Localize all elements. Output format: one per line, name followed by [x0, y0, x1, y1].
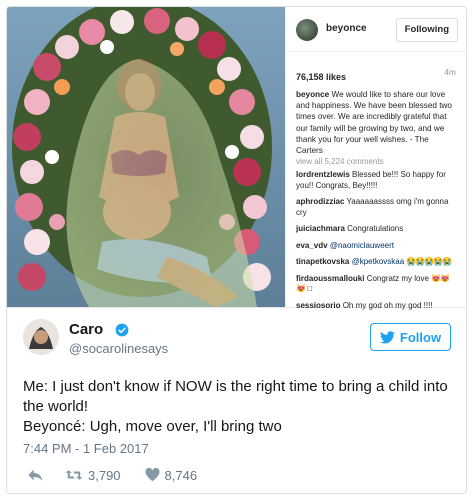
avatar[interactable]	[23, 319, 59, 355]
comment: firdaoussmallouki Congratz my love 😻😻😻 □	[296, 274, 458, 295]
instagram-embed[interactable]: beyonce Following 76,158 likes 4m beyonc…	[7, 7, 466, 310]
comment-mention[interactable]: @naomiclauweert	[330, 241, 394, 250]
instagram-side-panel: beyonce Following 76,158 likes 4m beyonc…	[285, 7, 466, 310]
comment-user[interactable]: juiciachmara	[296, 224, 345, 233]
comment-user[interactable]: aphrodizziac	[296, 197, 344, 206]
view-all-comments-link[interactable]: view all 5,224 comments	[296, 157, 384, 166]
caption-text: We would like to share our love and happ…	[296, 90, 452, 156]
comment: sessiosorio Oh my god oh my god !!!!	[296, 301, 458, 312]
instagram-caption: beyonce We would like to share our love …	[296, 89, 456, 156]
tweet-text-line: Beyoncé: Ugh, move over, I'll bring two	[23, 418, 282, 435]
retweet-count: 3,790	[88, 467, 121, 483]
instagram-following-button[interactable]: Following	[395, 18, 458, 42]
comment-text: Congratulations	[347, 224, 404, 233]
comment: tinapetkovska @kpetkovskaa 😭😭😭😭😭	[296, 257, 458, 268]
instagram-comments: lordrentzlewis Blessed be!!! So happy fo…	[296, 170, 458, 317]
comment-user[interactable]: tinapetkovska	[296, 257, 349, 266]
comment: lordrentzlewis Blessed be!!! So happy fo…	[296, 170, 458, 191]
comment: eva_vdv @naomiclauweert	[296, 241, 458, 252]
retweet-button[interactable]: 3,790	[65, 468, 121, 483]
comment-mention[interactable]: @kpetkovskaa	[352, 257, 405, 266]
tweet-actions: 3,790 8,746	[27, 466, 197, 484]
comment-user[interactable]: eva_vdv	[296, 241, 328, 250]
tweet-author-name[interactable]: Caro	[69, 321, 103, 338]
tweet-timestamp[interactable]: 7:44 PM - 1 Feb 2017	[23, 441, 149, 456]
tweet-card: beyonce Following 76,158 likes 4m beyonc…	[6, 6, 467, 494]
verified-badge-icon	[115, 323, 129, 337]
instagram-likes-row: 76,158 likes 4m	[296, 67, 456, 82]
instagram-photo[interactable]	[7, 7, 285, 307]
unknown-glyph-icon: □	[307, 284, 313, 293]
comment-text: Congratz my love	[366, 273, 429, 283]
comment-user[interactable]: sessiosorio	[296, 301, 340, 310]
crying-emoji-icon: 😭😭😭😭😭	[406, 257, 452, 266]
comment-user[interactable]: lordrentzlewis	[296, 170, 350, 179]
reply-button[interactable]	[27, 468, 43, 482]
tweet-text: Me: I just don't know if NOW is the righ…	[23, 377, 453, 437]
instagram-header: beyonce Following	[286, 7, 466, 52]
retweet-icon	[65, 470, 83, 480]
reply-icon	[28, 469, 43, 481]
comment-text: Oh my god oh my god !!!!	[342, 300, 433, 310]
tweet-text-line: Me: I just don't know if NOW is the righ…	[23, 378, 448, 415]
instagram-time: 4m	[444, 67, 456, 77]
comment: aphrodizziac Yaaaaaassss omg i'm gonna c…	[296, 197, 458, 218]
follow-label: Follow	[399, 329, 442, 345]
tweet-author-handle[interactable]: @socarolinesays	[69, 341, 168, 356]
instagram-username[interactable]: beyonce	[326, 23, 367, 34]
instagram-likes[interactable]: 76,158 likes	[296, 72, 346, 82]
comment: juiciachmara Congratulations	[296, 224, 458, 235]
instagram-avatar[interactable]	[296, 19, 318, 41]
like-button[interactable]: 8,746	[145, 467, 198, 483]
comment-user[interactable]: firdaoussmallouki	[296, 274, 364, 283]
heart-icon	[145, 468, 159, 482]
like-count: 8,746	[164, 467, 198, 483]
caption-username[interactable]: beyonce	[296, 90, 329, 99]
twitter-bird-icon	[379, 330, 395, 343]
follow-button[interactable]: Follow	[370, 323, 451, 351]
